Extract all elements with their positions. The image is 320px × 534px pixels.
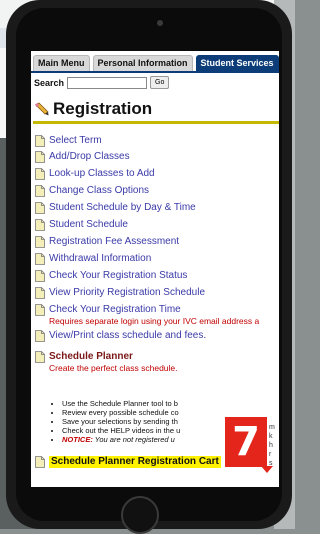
notice-label: NOTICE: <box>62 435 93 444</box>
home-button[interactable] <box>121 496 159 534</box>
document-icon <box>35 330 45 342</box>
tab-underline <box>31 71 279 73</box>
page-title: Registration <box>53 99 153 118</box>
search-label: Search <box>34 77 65 88</box>
menu-item-schedule-by-day-time[interactable]: Student Schedule by Day & Time <box>35 202 196 214</box>
document-icon <box>35 202 45 214</box>
registration-cart-label[interactable]: Schedule Planner Registration Cart <box>49 456 221 468</box>
menu-item-schedule-planner[interactable]: Schedule Planner Create the perfect clas… <box>35 351 178 373</box>
menu-item-label[interactable]: View Priority Registration Schedule <box>49 287 205 299</box>
search-input[interactable] <box>67 76 148 89</box>
step-number: 7 <box>232 419 260 465</box>
schedule-planner-title[interactable]: Schedule Planner <box>49 351 178 363</box>
clipped-text: s <box>269 460 273 467</box>
menu-item-priority-schedule[interactable]: View Priority Registration Schedule <box>35 287 205 299</box>
clipped-text: k <box>269 433 273 440</box>
search-row: Search Go <box>34 76 170 89</box>
menu-item-label[interactable]: Withdrawal Information <box>49 253 151 265</box>
camera-icon <box>157 20 163 26</box>
document-icon <box>35 253 45 265</box>
go-button[interactable]: Go <box>150 76 170 89</box>
menu-item-registration-status[interactable]: Check Your Registration Status <box>35 270 187 282</box>
document-icon <box>35 236 45 248</box>
menu-item-select-term[interactable]: Select Term <box>35 135 102 147</box>
menu-item-student-schedule[interactable]: Student Schedule <box>35 219 128 231</box>
document-icon <box>35 304 45 316</box>
menu-item-view-print-schedule[interactable]: View/Print class schedule and fees. <box>35 330 206 342</box>
tab-personal-information[interactable]: Personal Information <box>92 55 193 71</box>
document-icon <box>35 168 45 180</box>
clipped-text-column: m k h r s <box>269 423 275 468</box>
document-icon <box>35 287 45 299</box>
menu-item-label[interactable]: Check Your Registration Time <box>49 304 259 316</box>
page-heading: Registration <box>35 99 152 119</box>
tab-bar: Main Menu Personal Information Student S… <box>33 55 279 71</box>
document-icon <box>35 456 45 468</box>
document-icon <box>35 270 45 282</box>
menu-item-registration-cart[interactable]: Schedule Planner Registration Cart <box>35 456 221 468</box>
bullet-item: Use the Schedule Planner tool to b <box>62 399 279 408</box>
menu-item-label[interactable]: Change Class Options <box>49 185 149 197</box>
device-screen: Main Menu Personal Information Student S… <box>31 51 279 487</box>
menu-item-label[interactable]: View/Print class schedule and fees. <box>49 330 206 342</box>
menu-item-label[interactable]: Check Your Registration Status <box>49 270 187 282</box>
schedule-planner-subtitle: Create the perfect class schedule. <box>49 363 178 373</box>
menu-item-change-class-options[interactable]: Change Class Options <box>35 185 149 197</box>
tab-student-services[interactable]: Student Services <box>195 55 279 71</box>
menu-item-note: Requires separate login using your IVC e… <box>49 316 260 326</box>
menu-item-withdrawal-information[interactable]: Withdrawal Information <box>35 253 151 265</box>
pencil-icon <box>35 102 49 116</box>
menu-item-label[interactable]: Select Term <box>49 135 102 147</box>
menu-item-fee-assessment[interactable]: Registration Fee Assessment <box>35 236 179 248</box>
clipped-text: h <box>269 442 273 449</box>
menu-item-look-up-classes[interactable]: Look-up Classes to Add <box>35 168 155 180</box>
document-icon <box>35 151 45 163</box>
menu-item-label[interactable]: Student Schedule <box>49 219 128 231</box>
document-icon <box>35 185 45 197</box>
clipped-text: m <box>269 424 275 431</box>
menu-item-add-drop-classes[interactable]: Add/Drop Classes <box>35 151 130 163</box>
tab-main-menu[interactable]: Main Menu <box>33 55 90 71</box>
clipped-text: r <box>269 451 272 458</box>
menu-item-label[interactable]: Add/Drop Classes <box>49 151 130 163</box>
title-divider <box>33 121 279 124</box>
notice-text: You are not registered u <box>92 435 175 444</box>
document-icon <box>35 135 45 147</box>
menu-item-label[interactable]: Registration Fee Assessment <box>49 236 179 248</box>
bullet-item: Review every possible schedule co <box>62 408 279 417</box>
menu-item-label[interactable]: Student Schedule by Day & Time <box>49 202 196 214</box>
document-icon <box>35 351 45 363</box>
document-icon <box>35 219 45 231</box>
menu-item-label[interactable]: Look-up Classes to Add <box>49 168 155 180</box>
menu-item-registration-time[interactable]: Check Your Registration Time Requires se… <box>35 304 259 326</box>
